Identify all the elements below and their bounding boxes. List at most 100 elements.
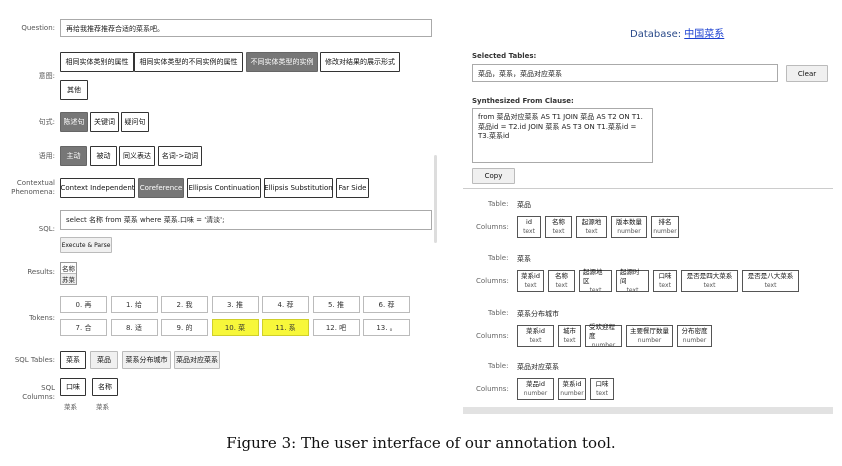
schema-column-type: number: [682, 337, 707, 344]
schema-column-name: 起源地: [581, 218, 602, 226]
schema-column-name: 名称: [555, 272, 568, 280]
clear-button[interactable]: Clear: [786, 65, 828, 82]
sentence-option[interactable]: 疑问句: [121, 112, 149, 132]
schema-column-type: text: [524, 282, 537, 289]
schema-column[interactable]: 口味 text: [590, 378, 614, 400]
token-button[interactable]: 4. 荐: [262, 296, 309, 313]
schema-column[interactable]: 菜系id text: [517, 270, 544, 292]
schema-column[interactable]: 城市 text: [558, 325, 581, 347]
schema-column[interactable]: 排名 number: [651, 216, 679, 238]
right-scrollbar[interactable]: [463, 407, 833, 414]
token-button[interactable]: 5. 推: [312, 296, 360, 313]
voice-option[interactable]: 名词->动词: [158, 146, 202, 166]
schema-column-type: text: [596, 390, 608, 397]
sql-column-table: 菜系: [96, 403, 109, 411]
schema-column-type: text: [523, 228, 535, 235]
token-button[interactable]: 2. 我: [161, 296, 208, 313]
token-button[interactable]: 1. 给: [110, 296, 158, 313]
schema-table-name: 菜品对应菜系: [517, 363, 559, 371]
schema-column-name: 菜品id: [526, 380, 545, 388]
token-button[interactable]: 11. 系: [262, 319, 309, 336]
schema-column-type: number: [637, 337, 662, 344]
intent-option[interactable]: 相同实体类别的属性: [60, 52, 134, 72]
schema-column[interactable]: 口味 text: [653, 270, 677, 292]
token-button[interactable]: 10. 菜: [211, 319, 259, 336]
voice-option[interactable]: 主动: [60, 146, 87, 166]
schema-table-label: Table:: [488, 309, 509, 317]
schema-table-label: Table:: [488, 362, 509, 370]
sql-input[interactable]: select 名称 from 菜系 where 菜系.口味 = '清淡';: [60, 210, 432, 230]
sentence-option[interactable]: 陈述句: [60, 112, 88, 132]
schema-column-name: 口味: [595, 380, 609, 388]
intent-option[interactable]: 不同实体类型的实例: [246, 52, 318, 72]
schema-column[interactable]: 菜系id number: [558, 378, 586, 400]
sql-table-chip[interactable]: 菜系分布城市: [122, 351, 171, 369]
results-cell: 苏菜: [61, 274, 76, 284]
left-scrollbar[interactable]: [434, 155, 437, 243]
schema-column[interactable]: 名称 text: [548, 270, 575, 292]
sql-columns-label-line2: Columns:: [22, 393, 55, 401]
schema-column[interactable]: 菜品id number: [517, 378, 554, 400]
schema-column-name: 版本数量: [616, 218, 642, 226]
from-clause-textarea[interactable]: from 菜品对应菜系 AS T1 JOIN 菜品 AS T2 ON T1.菜品…: [472, 108, 653, 163]
schema-column[interactable]: 是否是四大菜系 text: [681, 270, 738, 292]
voice-option[interactable]: 被动: [90, 146, 117, 166]
intent-option[interactable]: 相同实体类型的不同实例的属性: [134, 52, 243, 72]
token-button[interactable]: 7. 合: [60, 319, 107, 336]
schema-column[interactable]: 起源地区 text: [579, 268, 612, 294]
copy-button[interactable]: Copy: [472, 168, 515, 184]
schema-column[interactable]: 起源时间 text: [616, 268, 649, 294]
phenomena-option[interactable]: Ellipsis Substitution: [264, 178, 333, 198]
schema-columns-label: Columns:: [476, 223, 509, 231]
schema-column-type: number: [653, 228, 677, 235]
sql-table-chip[interactable]: 菜品: [90, 351, 118, 369]
sql-column-chip[interactable]: 口味: [60, 378, 86, 396]
schema-column-name: 受欢迎程度: [589, 322, 615, 340]
token-button[interactable]: 0. 再: [60, 296, 107, 313]
sql-column-table: 菜系: [64, 403, 77, 411]
intent-option[interactable]: 其他: [60, 80, 88, 100]
phenomena-option[interactable]: Ellipsis Continuation: [187, 178, 261, 198]
sql-table-chip[interactable]: 菜系: [60, 351, 86, 369]
voice-option[interactable]: 同义表达: [119, 146, 155, 166]
token-button[interactable]: 6. 荐: [363, 296, 410, 313]
phenomena-option[interactable]: Coreference: [138, 178, 184, 198]
schema-column[interactable]: 是否是八大菜系 text: [742, 270, 799, 292]
token-button[interactable]: 9. 的: [161, 319, 208, 336]
phenomena-option[interactable]: Far Side: [336, 178, 369, 198]
schema-column-name: 是否是八大菜系: [747, 272, 794, 280]
schema-column-name: id: [526, 218, 532, 226]
token-button[interactable]: 3. 推: [211, 296, 259, 313]
schema-column[interactable]: 菜系id text: [517, 325, 554, 347]
token-button[interactable]: 12. 吧: [312, 319, 360, 336]
schema-column-name: 城市: [563, 327, 576, 335]
phenomena-option[interactable]: Context Independent: [60, 178, 135, 198]
selected-tables-input[interactable]: 菜品，菜系，菜品对应菜系: [472, 64, 778, 82]
schema-column-type: number: [591, 341, 616, 349]
token-button[interactable]: 13. 。: [363, 319, 410, 336]
question-input[interactable]: 再给我推荐推荐合适的菜系吧。: [60, 19, 432, 37]
schema-column-type: text: [529, 337, 542, 344]
schema-column[interactable]: 名称 text: [545, 216, 572, 238]
schema-column[interactable]: 受欢迎程度 number: [585, 322, 622, 349]
voice-label: 语用:: [38, 152, 55, 160]
sql-column-chip[interactable]: 名称: [92, 378, 118, 396]
schema-column[interactable]: 版本数量 number: [611, 216, 647, 238]
sentence-option[interactable]: 关键词: [90, 112, 119, 132]
figure-caption: Figure 3: The user interface of our anno…: [226, 434, 616, 452]
schema-column-name: 分布密度: [681, 327, 708, 335]
phenomena-label: Contextual Phenomena:: [2, 179, 55, 197]
schema-column[interactable]: 起源地 text: [576, 216, 607, 238]
sql-columns-label: SQL Columns:: [5, 384, 55, 402]
database-link[interactable]: 中国菜系: [684, 29, 724, 40]
schema-columns-label: Columns:: [476, 385, 509, 393]
schema-column[interactable]: id text: [517, 216, 541, 238]
token-button[interactable]: 8. 适: [110, 319, 158, 336]
schema-column[interactable]: 分布密度 number: [677, 325, 712, 347]
database-title: Database: 中国菜系: [630, 25, 724, 40]
sql-table-chip[interactable]: 菜品对应菜系: [174, 351, 220, 369]
intent-option[interactable]: 修改对结果的展示形式: [320, 52, 400, 72]
execute-parse-button[interactable]: Execute & Parse: [60, 237, 112, 253]
schema-column[interactable]: 主要餐厅数量 number: [626, 325, 673, 347]
tokens-label: Tokens:: [29, 314, 55, 322]
